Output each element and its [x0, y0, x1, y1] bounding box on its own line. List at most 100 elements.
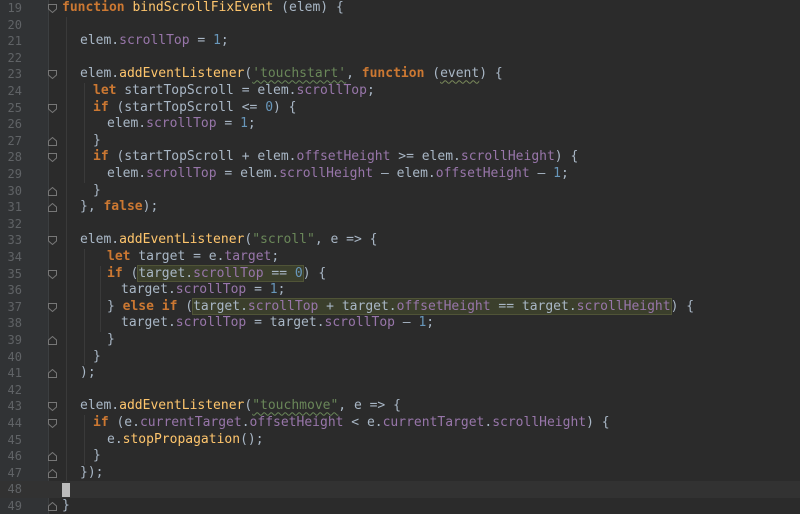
line-number: 39 — [7, 333, 22, 347]
code-line-45[interactable]: 45 e.stopPropagation(); — [0, 432, 800, 449]
line-number: 28 — [7, 150, 22, 165]
code-line-30[interactable]: 30 } — [0, 183, 800, 200]
line-number: 43 — [7, 399, 22, 414]
code-text: target.scrollTop = 1; — [121, 282, 286, 298]
code-text: let startTopScroll = elem.scrollTop; — [93, 83, 375, 98]
fold-end-marker-icon[interactable] — [48, 468, 57, 478]
code-line-21[interactable]: 21 elem.scrollTop = 1; — [0, 33, 800, 50]
line-number: 45 — [7, 432, 22, 447]
code-line-49[interactable]: 49} — [0, 498, 800, 514]
fold-marker-icon[interactable] — [48, 4, 57, 13]
code-line-33[interactable]: 33 elem.addEventListener("scroll", e => … — [0, 232, 800, 249]
line-number: 34 — [7, 250, 22, 264]
line-number: 44 — [7, 416, 22, 430]
code-line-37[interactable]: 37 } else if (target.scrollTop + target.… — [0, 297, 800, 316]
fold-marker-icon[interactable] — [48, 70, 57, 80]
code-text: elem.scrollTop = 1; — [80, 33, 229, 49]
line-number: 48 — [7, 482, 22, 497]
fold-marker-icon[interactable] — [48, 269, 57, 279]
code-line-28[interactable]: 28 if (startTopScroll + elem.offsetHeigh… — [0, 149, 800, 166]
line-number: 20 — [7, 17, 22, 32]
text-cursor — [62, 483, 70, 498]
fold-marker-icon[interactable] — [48, 236, 57, 246]
code-line-46[interactable]: 46 } — [0, 448, 800, 465]
code-text: ); — [80, 365, 96, 381]
code-line-44[interactable]: 44 if (e.currentTarget.offsetHeight < e.… — [0, 415, 800, 432]
code-line-24[interactable]: 24 let startTopScroll = elem.scrollTop; — [0, 83, 800, 100]
line-number: 46 — [7, 449, 22, 464]
code-line-19[interactable]: 19 function bindScrollFixEvent (elem) { — [0, 0, 800, 17]
line-number: 30 — [7, 183, 22, 198]
code-line-40[interactable]: 40 } — [0, 349, 800, 366]
code-text: if (startTopScroll <= 0) { — [93, 99, 297, 115]
line-number: 36 — [7, 283, 22, 298]
fold-marker-icon[interactable] — [48, 103, 57, 113]
code-line-39[interactable]: 39 } — [0, 332, 800, 349]
line-number: 33 — [7, 233, 22, 248]
code-text: } — [107, 332, 115, 347]
line-number: 42 — [7, 382, 22, 397]
search-highlight: target.scrollTop + target.offsetHeight =… — [192, 297, 672, 315]
code-text: elem.addEventListener("touchmove", e => … — [80, 398, 401, 414]
code-text: elem.scrollTop = elem.scrollHeight – ele… — [107, 166, 569, 181]
line-number: 25 — [7, 100, 22, 115]
code-text: if (e.currentTarget.offsetHeight < e.cur… — [93, 415, 610, 430]
line-number: 38 — [7, 316, 22, 331]
fold-marker-icon[interactable] — [48, 402, 57, 412]
line-number: 27 — [7, 133, 22, 148]
code-text: elem.addEventListener('touchstart', func… — [80, 66, 503, 82]
fold-marker-icon[interactable] — [48, 419, 57, 428]
code-text: } — [93, 132, 101, 148]
code-line-38[interactable]: 38 target.scrollTop = target.scrollTop –… — [0, 315, 800, 332]
code-text: target.scrollTop = target.scrollTop – 1; — [121, 315, 435, 331]
fold-end-marker-icon[interactable] — [48, 136, 57, 146]
line-number: 22 — [7, 50, 22, 65]
fold-end-marker-icon[interactable] — [48, 203, 57, 213]
code-text: if (target.scrollTop == 0) { — [107, 264, 327, 282]
fold-end-marker-icon[interactable] — [48, 336, 57, 345]
fold-end-marker-icon[interactable] — [48, 502, 57, 511]
fold-end-marker-icon[interactable] — [48, 186, 57, 196]
code-line-31[interactable]: 31 }, false); — [0, 199, 800, 216]
line-number: 40 — [7, 349, 22, 364]
line-number: 41 — [7, 366, 22, 381]
code-text: elem.scrollTop = 1; — [107, 116, 256, 132]
code-line-20[interactable]: 20 — [0, 17, 800, 34]
code-text: } — [93, 448, 101, 464]
line-number: 31 — [7, 200, 22, 215]
code-line-25[interactable]: 25 if (startTopScroll <= 0) { — [0, 100, 800, 117]
code-line-34[interactable]: 34 let target = e.target; — [0, 249, 800, 266]
code-line-32[interactable]: 32 — [0, 216, 800, 233]
code-line-23[interactable]: 23 elem.addEventListener('touchstart', f… — [0, 66, 800, 83]
line-number: 24 — [7, 84, 22, 98]
code-text: } — [93, 182, 101, 198]
line-number: 35 — [7, 266, 22, 281]
code-line-29[interactable]: 29 elem.scrollTop = elem.scrollHeight – … — [0, 166, 800, 183]
fold-marker-icon[interactable] — [48, 302, 57, 312]
code-line-36[interactable]: 36 target.scrollTop = 1; — [0, 282, 800, 299]
code-text: } — [93, 348, 101, 364]
code-line-22[interactable]: 22 — [0, 50, 800, 67]
code-line-48[interactable]: 48 — [0, 481, 800, 498]
code-editor[interactable]: 19 function bindScrollFixEvent (elem) { … — [0, 0, 800, 514]
line-number: 47 — [7, 465, 22, 480]
line-number: 32 — [7, 216, 22, 231]
code-line-47[interactable]: 47 }); — [0, 465, 800, 482]
fold-marker-icon[interactable] — [48, 153, 57, 163]
fold-end-marker-icon[interactable] — [48, 452, 57, 462]
code-text: let target = e.target; — [107, 249, 280, 264]
code-line-35[interactable]: 35 if (target.scrollTop == 0) { — [0, 264, 800, 283]
line-number: 21 — [7, 34, 22, 49]
code-text: }); — [80, 464, 104, 480]
line-number: 26 — [7, 117, 22, 132]
line-number: 37 — [7, 299, 22, 314]
fold-end-marker-icon[interactable] — [48, 369, 57, 379]
code-text: e.stopPropagation(); — [107, 431, 264, 447]
line-number: 19 — [7, 1, 22, 15]
code-line-41[interactable]: 41 ); — [0, 365, 800, 382]
code-line-26[interactable]: 26 elem.scrollTop = 1; — [0, 116, 800, 133]
code-line-43[interactable]: 43 elem.addEventListener("touchmove", e … — [0, 398, 800, 415]
code-text: } else if (target.scrollTop + target.off… — [107, 297, 695, 315]
code-line-42[interactable]: 42 — [0, 382, 800, 399]
code-line-27[interactable]: 27 } — [0, 133, 800, 150]
